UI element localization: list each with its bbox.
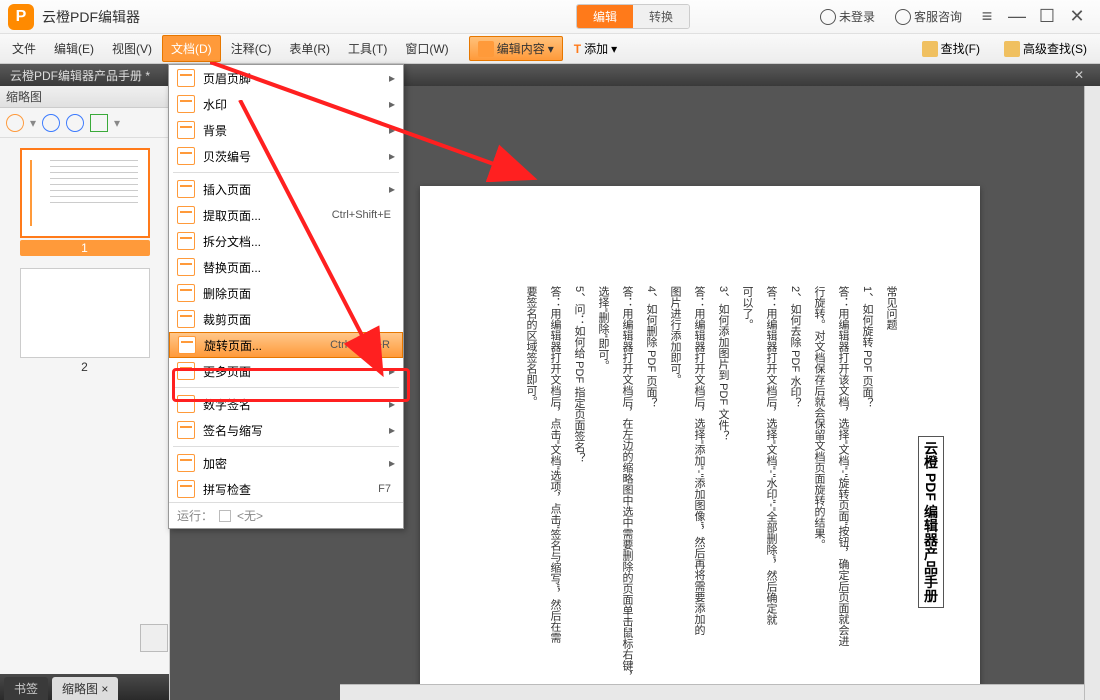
dd-item-18[interactable]: 拼写检查F7	[169, 476, 403, 502]
dd-item-3[interactable]: 贝茨编号▸	[169, 143, 403, 169]
mode-convert[interactable]: 转换	[633, 5, 689, 28]
dd-item-5[interactable]: 插入页面▸	[169, 176, 403, 202]
chevron-down-icon: ▾	[548, 42, 554, 56]
page-icon	[178, 336, 196, 354]
menu-comment[interactable]: 注释(C)	[223, 36, 280, 61]
page-icon	[177, 421, 195, 439]
dd-item-15[interactable]: 签名与缩写▸	[169, 417, 403, 443]
thumb-page-1[interactable]: 1	[20, 148, 150, 256]
dd-run[interactable]: 运行：<无>	[169, 502, 403, 528]
zoom-in-icon[interactable]	[42, 114, 60, 132]
sidebar-tab-bookmark[interactable]: 书签	[4, 677, 48, 700]
maximize-button[interactable]: ☐	[1032, 5, 1062, 29]
page-icon	[177, 147, 195, 165]
rotate-icon[interactable]	[90, 114, 108, 132]
edit-content-button[interactable]: 编辑内容 ▾	[469, 36, 563, 61]
page-icon	[177, 454, 195, 472]
chevron-right-icon: ▸	[389, 123, 395, 137]
chevron-down-icon[interactable]: ▾	[114, 116, 120, 130]
dd-item-2[interactable]: 背景▸	[169, 117, 403, 143]
chevron-right-icon: ▸	[389, 149, 395, 163]
dd-item-14[interactable]: 数字签名▸	[169, 391, 403, 417]
menu-form[interactable]: 表单(R)	[281, 36, 338, 61]
mode-edit[interactable]: 编辑	[577, 5, 633, 28]
dd-item-17[interactable]: 加密▸	[169, 450, 403, 476]
page-icon	[177, 95, 195, 113]
dd-item-1[interactable]: 水印▸	[169, 91, 403, 117]
page-icon	[177, 258, 195, 276]
chevron-down-icon: ▾	[611, 42, 617, 56]
menu-view[interactable]: 视图(V)	[104, 36, 160, 61]
login-link[interactable]: 未登录	[820, 8, 875, 25]
service-link[interactable]: 客服咨询	[895, 8, 962, 25]
text-add-icon: T	[574, 42, 581, 56]
thumb-page-2[interactable]: 2	[20, 268, 150, 374]
dd-item-11[interactable]: 旋转页面...Ctrl+Shift+R	[169, 332, 403, 358]
close-icon: ×	[101, 682, 108, 696]
page-icon	[177, 284, 195, 302]
edit-icon	[478, 41, 494, 57]
chevron-right-icon: ▸	[389, 456, 395, 470]
tab-close-icon[interactable]: ✕	[1074, 68, 1084, 82]
user-icon	[820, 9, 836, 25]
mode-switch[interactable]: 编辑 转换	[576, 4, 690, 29]
sidebar-title: 缩略图	[0, 86, 169, 108]
page-icon	[177, 69, 195, 87]
menu-window[interactable]: 窗口(W)	[397, 36, 456, 61]
copy-pages-icon[interactable]	[140, 624, 168, 652]
document-tab[interactable]: 云橙PDF编辑器产品手册 * ✕	[0, 64, 1100, 86]
chevron-right-icon: ▸	[389, 182, 395, 196]
dd-item-6[interactable]: 提取页面...Ctrl+Shift+E	[169, 202, 403, 228]
menu-tool[interactable]: 工具(T)	[340, 36, 395, 61]
page-icon	[177, 121, 195, 139]
page-icon	[177, 206, 195, 224]
app-logo: P	[8, 4, 34, 30]
add-button[interactable]: T 添加 ▾	[565, 36, 626, 61]
chevron-right-icon: ▸	[389, 71, 395, 85]
close-button[interactable]: ✕	[1062, 5, 1092, 29]
thumbnail-sidebar: 缩略图 ▾ ▾ 1 2 书签 缩略图 ×	[0, 86, 170, 700]
dd-item-7[interactable]: 拆分文档...	[169, 228, 403, 254]
chevron-right-icon: ▸	[389, 423, 395, 437]
zoom-out-icon[interactable]	[66, 114, 84, 132]
pdf-page: 云橙 PDF 编辑器产品手册 常见问题 1、如何旋转 PDF 页面？ 答：用编辑…	[420, 186, 980, 686]
find-button[interactable]: 查找(F)	[913, 36, 989, 61]
page-icon	[177, 480, 195, 498]
dd-item-12[interactable]: 更多页面▸	[169, 358, 403, 384]
page-icon	[177, 310, 195, 328]
app-title: 云橙PDF编辑器	[42, 7, 140, 27]
chevron-down-icon[interactable]: ▾	[30, 116, 36, 130]
document-dropdown: 页眉页脚▸水印▸背景▸贝茨编号▸ 插入页面▸提取页面...Ctrl+Shift+E…	[168, 64, 404, 529]
dd-item-0[interactable]: 页眉页脚▸	[169, 65, 403, 91]
menu-document[interactable]: 文档(D)	[162, 35, 221, 62]
dd-item-9[interactable]: 删除页面	[169, 280, 403, 306]
adv-find-button[interactable]: 高级查找(S)	[995, 36, 1096, 61]
dd-item-8[interactable]: 替换页面...	[169, 254, 403, 280]
page-icon	[177, 232, 195, 250]
menu-edit[interactable]: 编辑(E)	[46, 36, 102, 61]
menu-file[interactable]: 文件	[4, 36, 44, 61]
chevron-right-icon: ▸	[389, 397, 395, 411]
page-title: 云橙 PDF 编辑器产品手册	[918, 436, 944, 608]
page-icon	[177, 362, 195, 380]
smile-icon	[895, 9, 911, 25]
find-icon	[922, 41, 938, 57]
chevron-right-icon: ▸	[389, 364, 395, 378]
sidebar-tab-thumb[interactable]: 缩略图 ×	[52, 677, 118, 700]
adv-find-icon	[1004, 41, 1020, 57]
horizontal-scrollbar[interactable]	[340, 684, 1084, 700]
menu-button[interactable]: ≡	[972, 5, 1002, 29]
gear-icon[interactable]	[6, 114, 24, 132]
minimize-button[interactable]: —	[1002, 5, 1032, 29]
dd-item-10[interactable]: 裁剪页面	[169, 306, 403, 332]
vertical-scrollbar[interactable]	[1084, 86, 1100, 700]
page-icon	[177, 395, 195, 413]
page-icon	[177, 180, 195, 198]
chevron-right-icon: ▸	[389, 97, 395, 111]
